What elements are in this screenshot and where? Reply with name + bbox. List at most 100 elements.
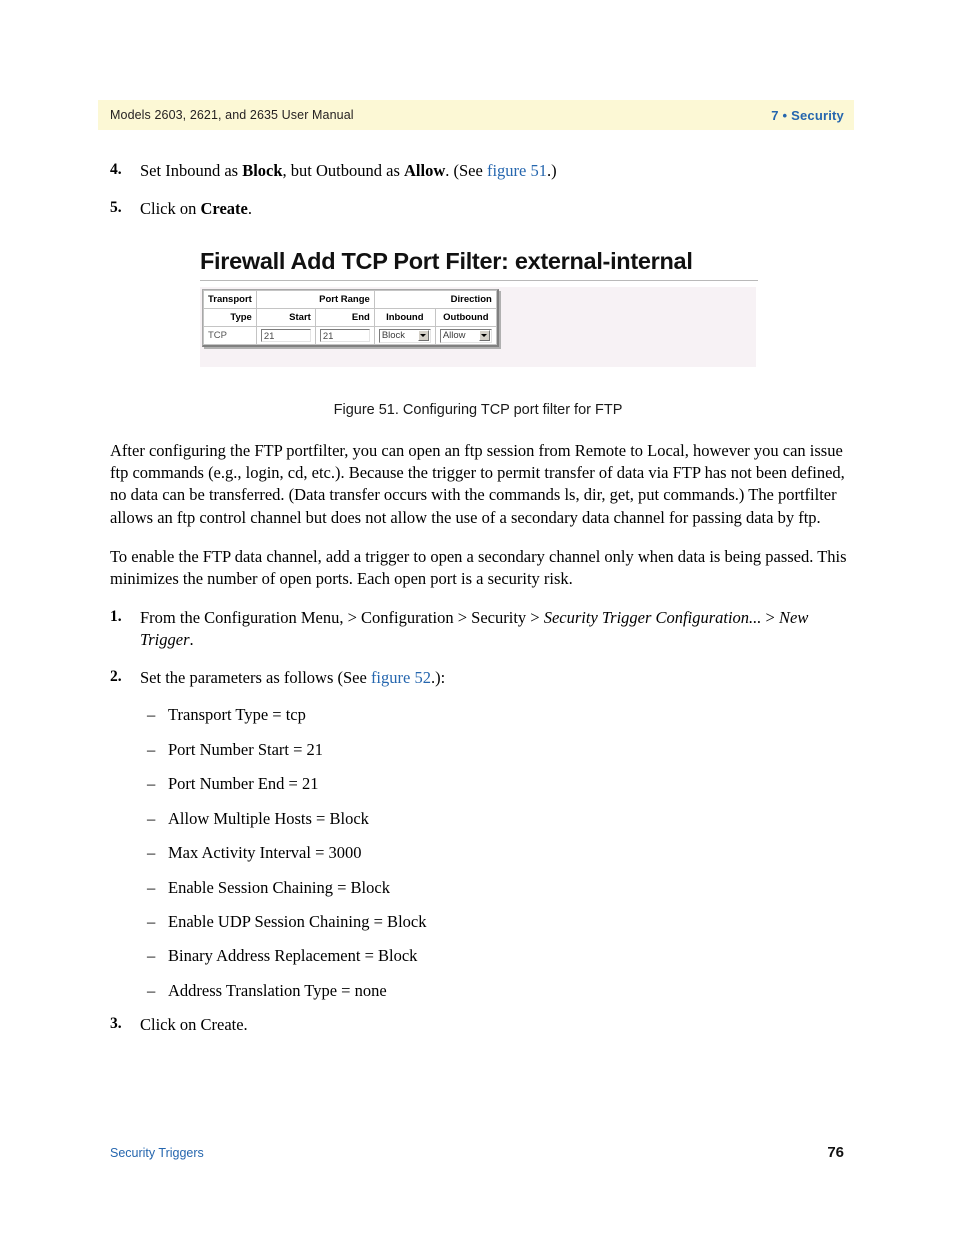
group-header-transport: Transport <box>203 290 257 309</box>
chevron-down-icon[interactable] <box>417 330 429 341</box>
port-end-cell: 21 <box>314 326 375 345</box>
port-start-cell: 21 <box>255 326 316 345</box>
outbound-select[interactable]: Allow <box>439 328 492 343</box>
list-item: – Allow Multiple Hosts = Block <box>110 808 850 829</box>
step-text-part: .): <box>430 667 446 687</box>
figure-screenshot-panel: Transport Port Range Direction Type Star… <box>200 287 756 367</box>
column-header-end: End <box>314 308 375 327</box>
parameter-text: Binary Address Replacement = Block <box>168 946 418 966</box>
parameter-text: Max Activity Interval = 3000 <box>168 843 362 863</box>
step-number: 5. <box>110 198 122 216</box>
step-text-part: From the Configuration Menu, > Configura… <box>140 608 544 628</box>
figure-51-block: Firewall Add TCP Port Filter: external-i… <box>200 248 760 367</box>
figure-52-crossref-link[interactable]: figure 52 <box>371 668 431 687</box>
port-start-input[interactable]: 21 <box>260 329 311 342</box>
inbound-selected-value: Block <box>381 330 406 341</box>
paragraph-ftp-portfilter: After configuring the FTP portfilter, yo… <box>110 441 845 527</box>
chevron-down-icon[interactable] <box>478 330 490 341</box>
step-item-1: 1. From the Configuration Menu, > Config… <box>110 607 850 651</box>
parameter-text: Allow Multiple Hosts = Block <box>168 808 369 828</box>
step-text: From the Configuration Menu, > Configura… <box>140 608 808 649</box>
dash-bullet-icon: – <box>147 808 156 828</box>
body-block: After configuring the FTP portfilter, yo… <box>110 440 850 1052</box>
page-footer: Security Triggers 76 <box>110 1144 844 1161</box>
dash-bullet-icon: – <box>147 980 156 1000</box>
header-chapter-label: 7 • Security <box>771 107 844 123</box>
group-header-direction: Direction <box>373 290 497 309</box>
dash-bullet-icon: – <box>147 739 156 759</box>
footer-section-label: Security Triggers <box>110 1146 204 1160</box>
step-text-part-bold: Block <box>242 161 283 180</box>
step-text-part: , but Outbound as <box>282 161 405 180</box>
figure-title-divider <box>200 280 758 281</box>
list-item: – Address Translation Type = none <box>110 980 850 1001</box>
parameter-text: Address Translation Type = none <box>168 980 387 1000</box>
parameter-text: Enable Session Chaining = Block <box>168 877 390 897</box>
parameter-text: Port Number Start = 21 <box>168 739 324 759</box>
step-text-part: . <box>247 198 252 218</box>
list-item: – Transport Type = tcp <box>110 704 850 725</box>
figure-51-caption: Figure 51. Configuring TCP port filter f… <box>333 402 623 418</box>
dash-bullet-icon: – <box>147 843 156 863</box>
port-end-input[interactable]: 21 <box>319 329 370 342</box>
list-item: – Port Number Start = 21 <box>110 739 850 760</box>
column-header-start: Start <box>255 308 316 327</box>
group-header-port-range: Port Range <box>255 290 375 309</box>
step-text: Click on Create. <box>140 1015 248 1035</box>
page-running-header: Models 2603, 2621, and 2635 User Manual … <box>98 100 854 130</box>
list-item: – Enable Session Chaining = Block <box>110 877 850 898</box>
step-number: 3. <box>110 1015 122 1033</box>
column-header-outbound: Outbound <box>434 308 497 327</box>
parameter-text: Transport Type = tcp <box>168 705 306 725</box>
port-filter-table: Transport Port Range Direction Type Star… <box>202 289 499 347</box>
step-text-part: Set Inbound as <box>140 161 243 180</box>
table-row: TCP 21 21 Block Allow <box>203 326 497 345</box>
step-text-part: .) <box>547 161 557 180</box>
step-text-part: . <box>189 629 194 649</box>
step-text-part: > <box>761 608 779 628</box>
step-item-3: 3. Click on Create. <box>110 1014 850 1036</box>
dash-bullet-icon: – <box>147 877 156 897</box>
footer-page-number: 76 <box>827 1144 844 1161</box>
step-text-part: Click on <box>140 198 201 218</box>
header-manual-title: Models 2603, 2621, and 2635 User Manual <box>110 108 354 122</box>
list-item: – Max Activity Interval = 3000 <box>110 842 850 863</box>
step-text: Set the parameters as follows (See figur… <box>140 668 445 687</box>
parameter-text: Port Number End = 21 <box>168 774 319 794</box>
step-text: Set Inbound as Block, but Outbound as Al… <box>140 161 557 180</box>
step-item-5: 5. Click on Create. <box>110 198 850 220</box>
transport-type-value: TCP <box>203 326 257 345</box>
table-column-header-row: Type Start End Inbound Outbound <box>203 308 497 327</box>
dash-bullet-icon: – <box>147 705 156 725</box>
port-filter-grid: Transport Port Range Direction Type Star… <box>203 290 497 345</box>
step-number: 1. <box>110 608 122 626</box>
inbound-cell: Block <box>373 326 436 345</box>
parameter-text: Enable UDP Session Chaining = Block <box>168 912 427 932</box>
inbound-select[interactable]: Block <box>378 328 431 343</box>
step-item-2: 2. Set the parameters as follows (See fi… <box>110 667 850 689</box>
column-header-type: Type <box>203 308 257 327</box>
step-number: 4. <box>110 161 122 178</box>
dash-bullet-icon: – <box>147 946 156 966</box>
top-steps-block: 4. Set Inbound as Block, but Outbound as… <box>110 160 850 236</box>
dash-bullet-icon: – <box>147 912 156 932</box>
table-group-header-row: Transport Port Range Direction <box>203 290 497 309</box>
list-item: – Binary Address Replacement = Block <box>110 945 850 966</box>
parameter-list: – Transport Type = tcp – Port Number Sta… <box>110 704 850 1001</box>
figure-screenshot-title: Firewall Add TCP Port Filter: external-i… <box>200 248 693 274</box>
outbound-selected-value: Allow <box>442 330 466 341</box>
step-text-part-italic: Security Trigger Configuration... <box>543 608 762 628</box>
column-header-inbound: Inbound <box>373 308 436 327</box>
figure-51-crossref-link[interactable]: figure 51 <box>487 161 547 180</box>
step-number: 2. <box>110 667 122 685</box>
step-text-part: . (See <box>445 161 487 180</box>
outbound-cell: Allow <box>434 326 497 345</box>
step-text-part: Set the parameters as follows (See <box>140 667 371 687</box>
step-item-4: 4. Set Inbound as Block, but Outbound as… <box>110 160 850 182</box>
paragraph-ftp-data-channel: To enable the FTP data channel, add a tr… <box>110 546 847 588</box>
list-item: – Enable UDP Session Chaining = Block <box>110 911 850 932</box>
list-item: – Port Number End = 21 <box>110 773 850 794</box>
dash-bullet-icon: – <box>147 774 156 794</box>
step-text: Click on Create. <box>140 199 252 218</box>
step-text-part-bold: Create <box>200 198 248 218</box>
